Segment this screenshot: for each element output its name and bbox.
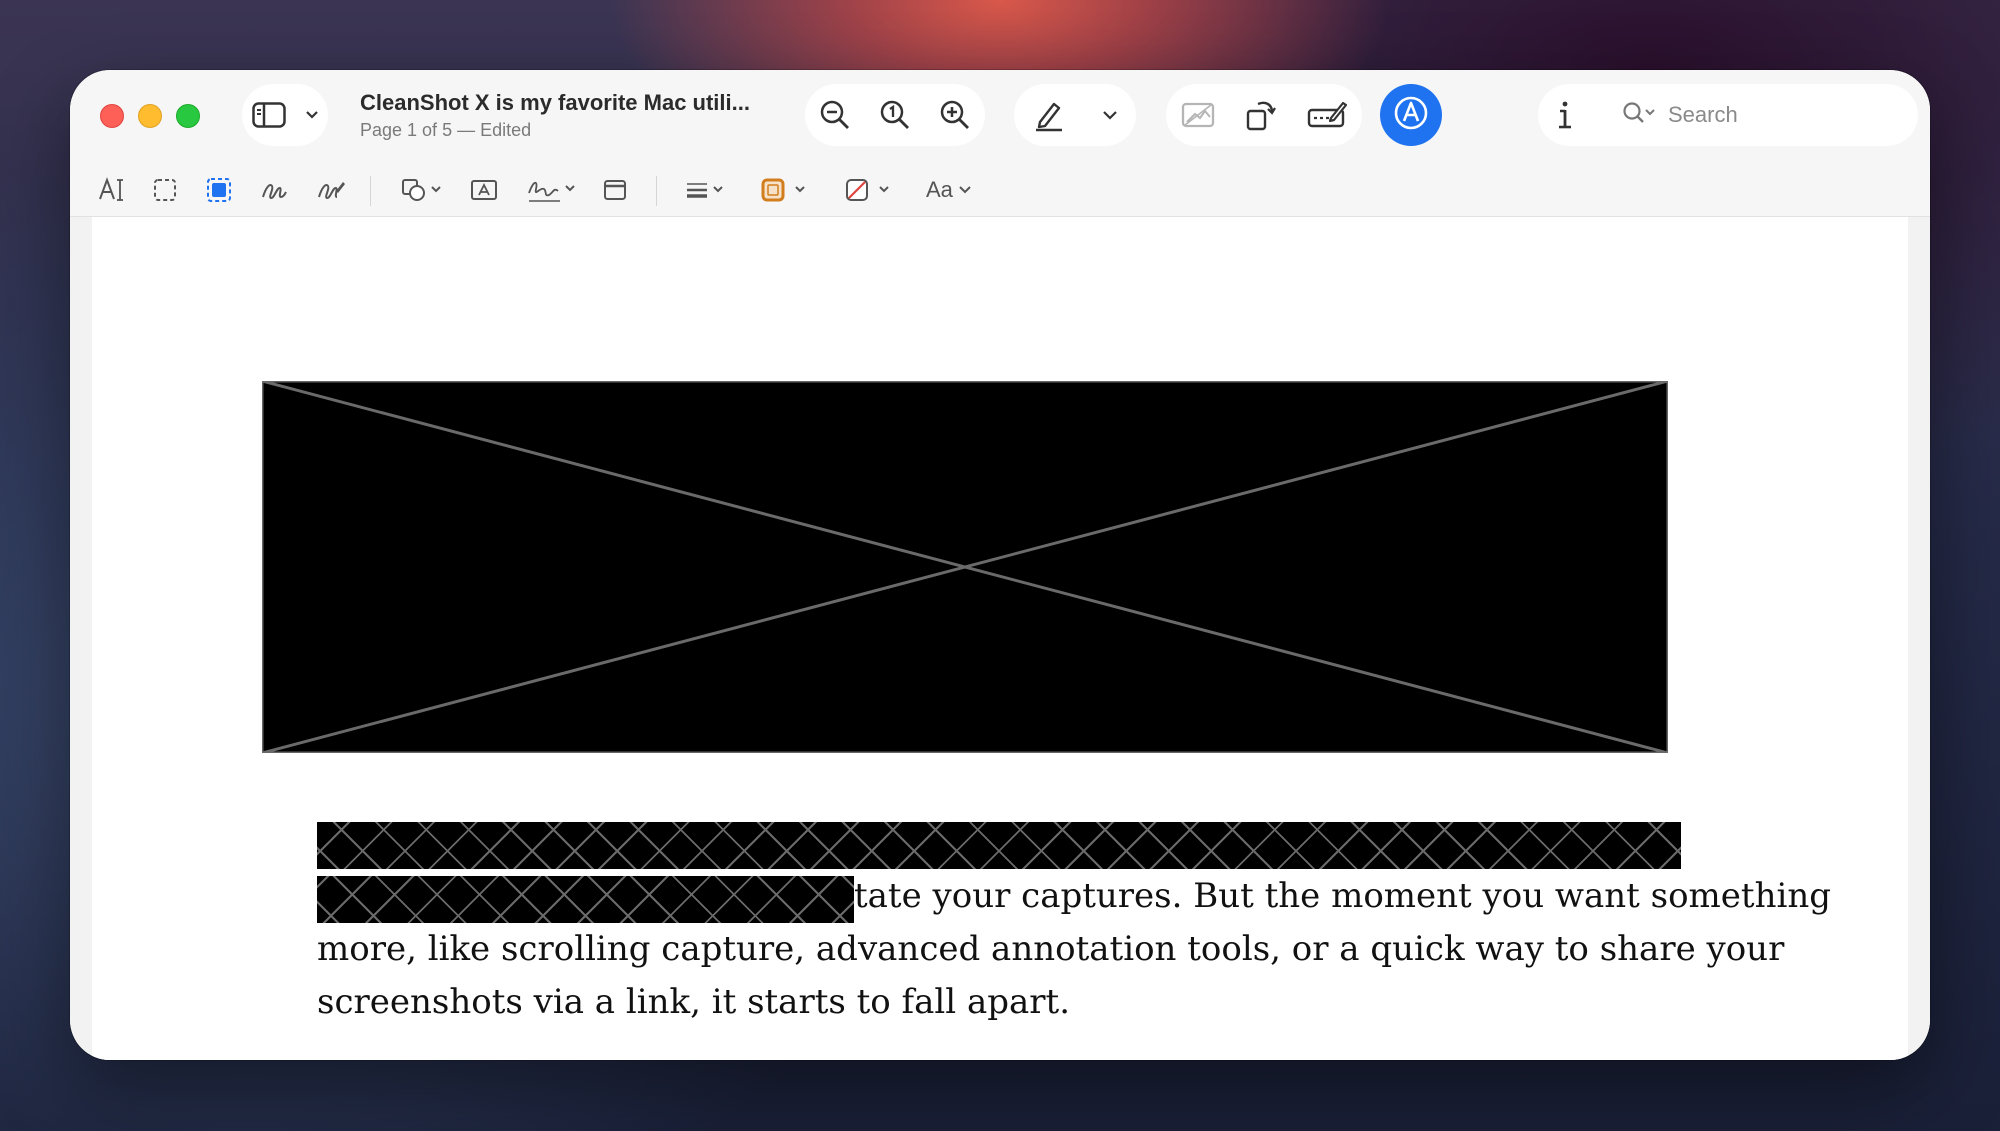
rectangular-selection-icon[interactable] bbox=[152, 164, 178, 216]
sidebar-toggle-button[interactable] bbox=[242, 84, 328, 146]
text-box-icon[interactable] bbox=[470, 164, 498, 216]
chevron-down-icon bbox=[305, 84, 319, 146]
search-field[interactable] bbox=[1600, 84, 1918, 146]
document-title: CleanShot X is my favorite Mac utili... bbox=[360, 90, 750, 115]
document-page: tate your captures. But the moment you w… bbox=[92, 217, 1908, 1060]
image-placeholder bbox=[262, 381, 1668, 753]
form-fill-icon[interactable] bbox=[1307, 84, 1347, 146]
markup-icon bbox=[1391, 93, 1431, 138]
search-icon bbox=[1622, 101, 1656, 130]
redact-selection-icon[interactable] bbox=[206, 164, 232, 216]
pencil-icon[interactable] bbox=[1032, 84, 1066, 146]
zoom-out-icon[interactable] bbox=[819, 84, 851, 146]
edit-controls bbox=[1166, 84, 1362, 146]
zoom-in-icon[interactable] bbox=[939, 84, 971, 146]
titlebar: CleanShot X is my favorite Mac utili... … bbox=[70, 70, 1930, 216]
draw-icon[interactable] bbox=[316, 164, 346, 216]
border-color-icon[interactable] bbox=[760, 164, 812, 216]
zoom-controls bbox=[805, 84, 985, 146]
maximize-button[interactable] bbox=[176, 104, 200, 128]
highlight-controls bbox=[1014, 84, 1136, 146]
document-title-area: CleanShot X is my favorite Mac utili... … bbox=[360, 90, 780, 141]
document-viewport[interactable]: tate your captures. But the moment you w… bbox=[70, 216, 1930, 1060]
preview-window: CleanShot X is my favorite Mac utili... … bbox=[70, 70, 1930, 1060]
paragraph-line: screenshots via a link, it starts to fal… bbox=[317, 982, 1070, 1022]
toolbar-separator bbox=[656, 176, 657, 206]
toolbar-separator bbox=[370, 176, 371, 206]
chevron-down-icon[interactable] bbox=[1102, 84, 1118, 146]
text-selection-icon[interactable] bbox=[98, 164, 126, 216]
redaction-block[interactable] bbox=[317, 822, 1681, 869]
actual-size-icon[interactable] bbox=[879, 84, 911, 146]
document-status: Page 1 of 5 — Edited bbox=[360, 120, 532, 140]
paragraph-line: more, like scrolling capture, advanced a… bbox=[317, 929, 1785, 969]
shape-style-icon[interactable] bbox=[684, 164, 728, 216]
shapes-icon[interactable] bbox=[400, 164, 444, 216]
info-icon[interactable] bbox=[1555, 84, 1575, 146]
paragraph-line: tate your captures. But the moment you w… bbox=[854, 876, 1832, 916]
main-toolbar: CleanShot X is my favorite Mac utili... … bbox=[70, 70, 1930, 158]
note-icon[interactable] bbox=[602, 164, 628, 216]
markup-toolbar: Aa bbox=[70, 164, 1930, 216]
text-style-label: Aa bbox=[926, 177, 953, 202]
signature-icon[interactable] bbox=[526, 164, 578, 216]
redaction-block[interactable] bbox=[317, 876, 854, 923]
close-button[interactable] bbox=[100, 104, 124, 128]
markup-button[interactable] bbox=[1380, 84, 1442, 146]
search-input[interactable] bbox=[1668, 102, 1898, 128]
fill-color-icon[interactable] bbox=[844, 164, 896, 216]
text-style-icon[interactable]: Aa bbox=[926, 164, 975, 216]
crop-icon[interactable] bbox=[1181, 84, 1215, 146]
minimize-button[interactable] bbox=[138, 104, 162, 128]
sidebar-icon bbox=[251, 84, 286, 146]
rotate-icon[interactable] bbox=[1245, 84, 1277, 146]
sketch-icon[interactable] bbox=[260, 164, 288, 216]
